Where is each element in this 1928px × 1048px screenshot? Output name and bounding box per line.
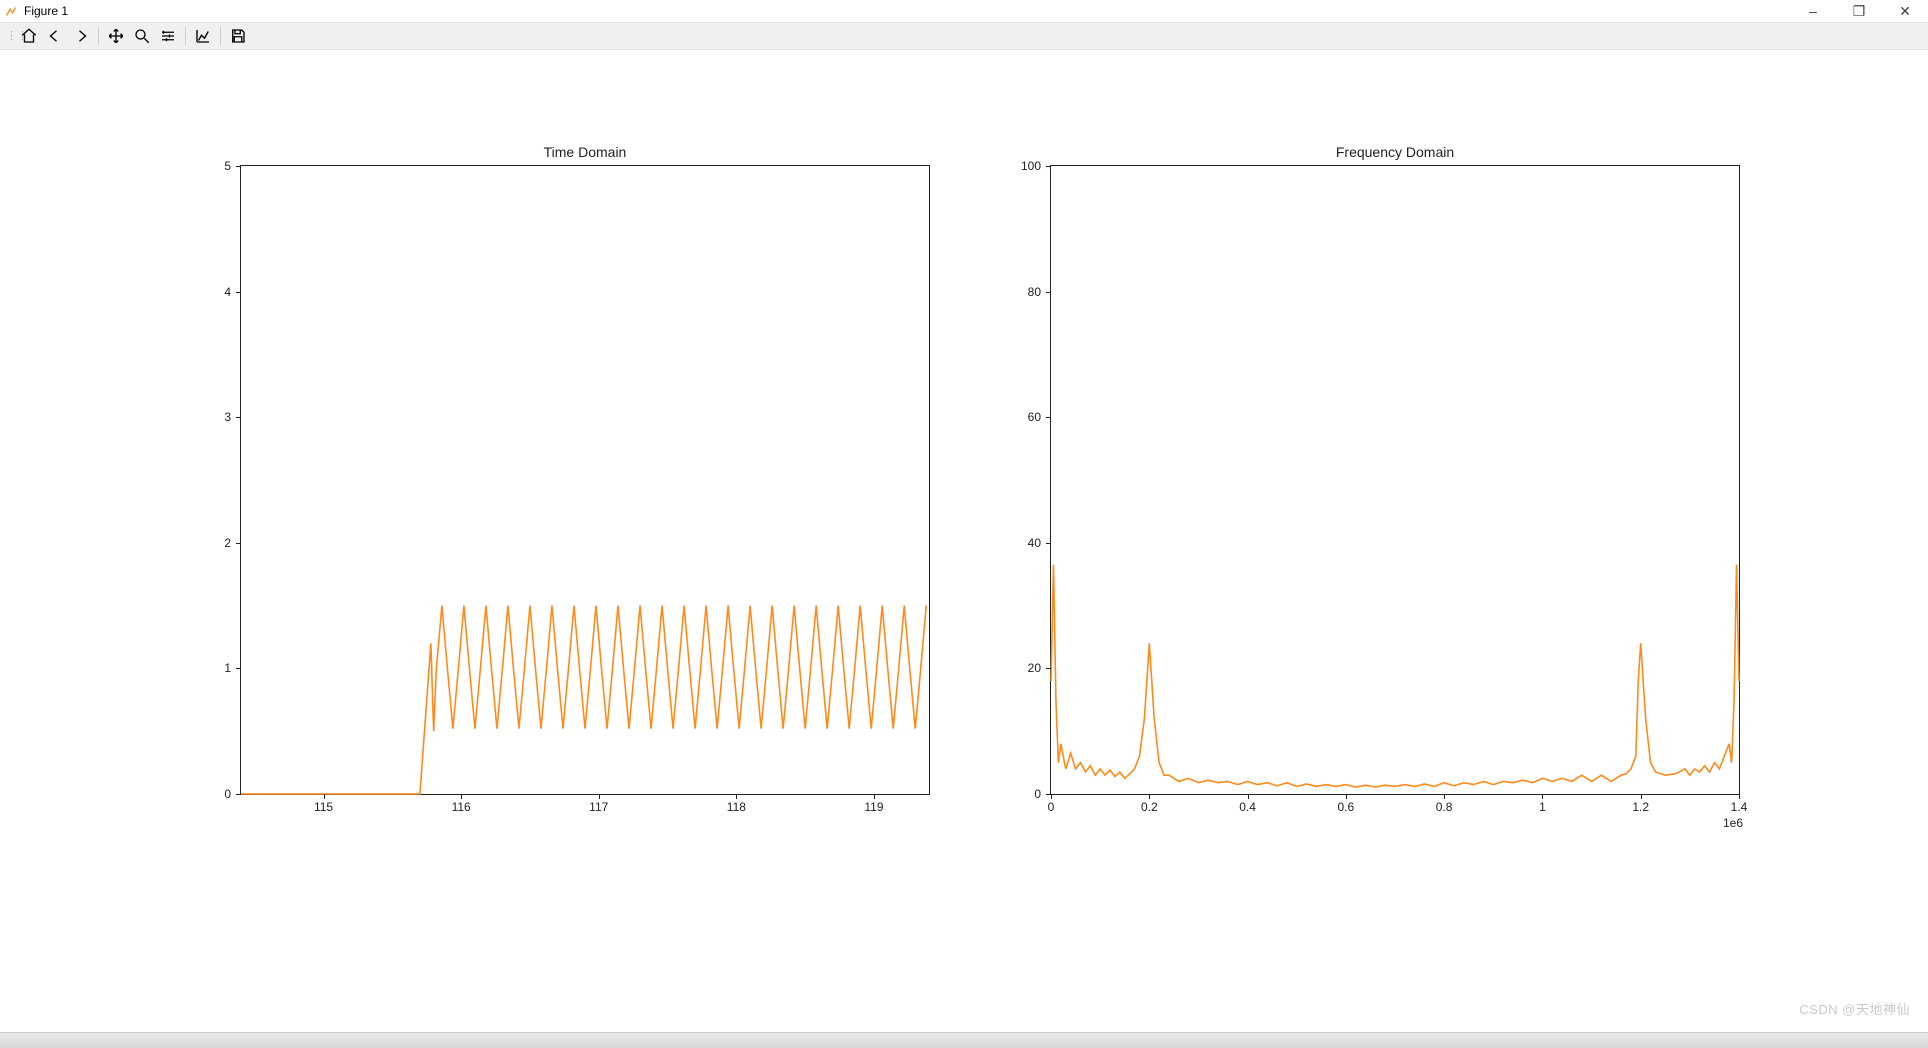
y-tick-label: 5 xyxy=(191,159,231,173)
x-tick-label: 0.4 xyxy=(1239,800,1256,814)
home-button[interactable] xyxy=(18,25,40,47)
x-tick-label: 116 xyxy=(452,800,471,814)
titlebar: Figure 1 – ❐ ✕ xyxy=(0,0,1928,22)
forward-button[interactable] xyxy=(70,25,92,47)
app-icon xyxy=(4,4,18,18)
subplots-icon xyxy=(159,27,177,45)
window-title: Figure 1 xyxy=(24,4,68,18)
forward-icon xyxy=(72,27,90,45)
close-button[interactable]: ✕ xyxy=(1882,0,1928,22)
chart-title: Time Domain xyxy=(241,144,929,160)
window-controls: – ❐ ✕ xyxy=(1790,0,1928,22)
maximize-button[interactable]: ❐ xyxy=(1836,0,1882,22)
back-button[interactable] xyxy=(44,25,66,47)
x-tick-label: 118 xyxy=(727,800,746,814)
home-icon xyxy=(20,27,38,45)
axes-button[interactable] xyxy=(192,25,214,47)
y-tick-label: 80 xyxy=(1001,285,1041,299)
x-tick-label: 0.2 xyxy=(1141,800,1158,814)
zoom-button[interactable] xyxy=(131,25,153,47)
y-tick-label: 4 xyxy=(191,285,231,299)
x-tick-label: 0.6 xyxy=(1338,800,1355,814)
y-tick-label: 20 xyxy=(1001,661,1041,675)
y-tick-label: 1 xyxy=(191,661,231,675)
x-tick-label: 0.8 xyxy=(1436,800,1453,814)
x-tick-label: 117 xyxy=(589,800,608,814)
y-tick-label: 60 xyxy=(1001,410,1041,424)
y-tick-label: 0 xyxy=(191,787,231,801)
zoom-icon xyxy=(133,27,151,45)
x-tick-label: 1 xyxy=(1539,800,1546,814)
chart-title: Frequency Domain xyxy=(1051,144,1739,160)
pan-button[interactable] xyxy=(105,25,127,47)
plot-area: Time Domain 012345115116117118119 Freque… xyxy=(0,50,1928,1010)
subplot-time-domain[interactable]: Time Domain 012345115116117118119 xyxy=(240,165,930,795)
save-button[interactable] xyxy=(227,25,249,47)
save-icon xyxy=(229,27,247,45)
y-tick-label: 2 xyxy=(191,536,231,550)
subplot-frequency-domain[interactable]: Frequency Domain 1e6 02040608010000.20.4… xyxy=(1050,165,1740,795)
pan-icon xyxy=(107,27,125,45)
subplots-button[interactable] xyxy=(157,25,179,47)
x-tick-label: 0 xyxy=(1048,800,1055,814)
watermark: CSDN @天地神仙 xyxy=(1799,999,1910,1018)
x-tick-label: 115 xyxy=(314,800,333,814)
axes-icon xyxy=(194,27,212,45)
back-icon xyxy=(46,27,64,45)
x-tick-label: 1.4 xyxy=(1731,800,1748,814)
x-exponent-label: 1e6 xyxy=(1723,816,1743,830)
minimize-button[interactable]: – xyxy=(1790,0,1836,22)
y-tick-label: 3 xyxy=(191,410,231,424)
taskbar xyxy=(0,1032,1928,1048)
y-tick-label: 40 xyxy=(1001,536,1041,550)
toolbar: ⋮⋮ xyxy=(0,22,1928,50)
x-tick-label: 119 xyxy=(864,800,883,814)
x-tick-label: 1.2 xyxy=(1632,800,1649,814)
y-tick-label: 100 xyxy=(1001,159,1041,173)
y-tick-label: 0 xyxy=(1001,787,1041,801)
